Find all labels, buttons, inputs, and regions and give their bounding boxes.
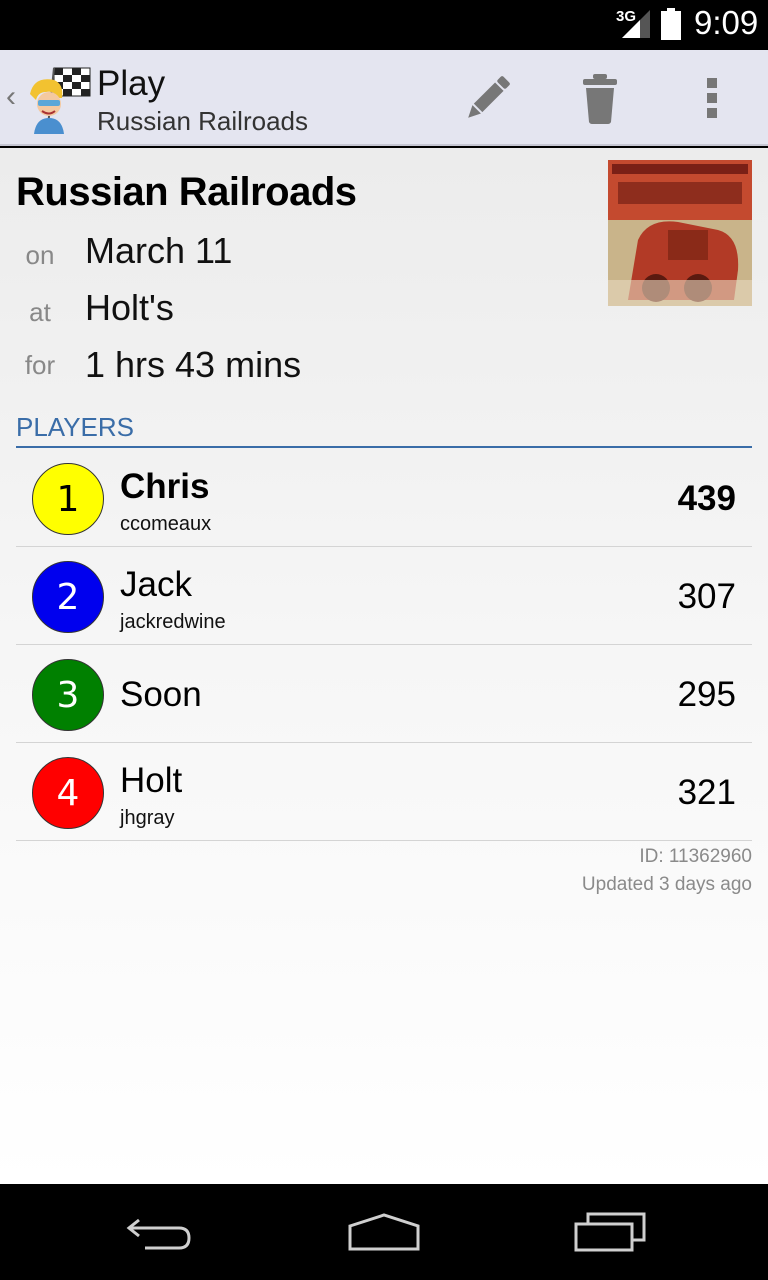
trash-icon [583, 74, 617, 124]
player-username: jhgray [120, 807, 175, 829]
play-date: March 11 [85, 230, 233, 271]
clock: 9:09 [694, 4, 759, 41]
play-details: Russian Railroads on March 11 at Holt's … [0, 148, 768, 1184]
player-name: Jack [120, 565, 192, 604]
game-cover-image[interactable] [608, 160, 752, 306]
signal-icon [622, 10, 650, 38]
navigation-bar [0, 1184, 768, 1280]
delete-button[interactable] [552, 50, 648, 146]
action-bar: ‹ Play Russian Railroads [0, 50, 768, 146]
home-icon [348, 1213, 420, 1251]
status-bar: 3G 9:09 [0, 0, 768, 50]
player-name: Chris [120, 467, 210, 506]
player-row[interactable]: 1 Chris ccomeaux 439 [16, 449, 752, 547]
date-label: on [25, 240, 55, 270]
player-row[interactable]: 4 Holt jhgray 321 [16, 743, 752, 841]
overflow-menu-button[interactable] [664, 50, 760, 146]
players-divider [16, 446, 752, 448]
action-bar-title: Play [97, 64, 166, 103]
app-logo-icon[interactable] [24, 64, 94, 134]
play-id: ID: 11362960 [639, 846, 752, 867]
player-username: jackredwine [120, 611, 226, 633]
player-score: 295 [677, 675, 736, 714]
player-username: ccomeaux [120, 513, 212, 535]
train-illustration [608, 160, 752, 306]
back-icon [126, 1218, 191, 1250]
player-score: 439 [677, 479, 736, 518]
edit-button[interactable] [440, 50, 536, 146]
recents-button[interactable] [540, 1184, 680, 1280]
play-location: Holt's [85, 287, 174, 328]
battery-icon [661, 8, 681, 40]
overflow-menu-icon [707, 78, 717, 118]
player-score: 307 [677, 577, 736, 616]
player-score: 321 [677, 773, 736, 812]
player-name: Holt [120, 761, 183, 800]
seat-badge: 2 [32, 561, 104, 633]
back-button[interactable] [90, 1184, 230, 1280]
action-bar-subtitle: Russian Railroads [97, 106, 308, 136]
recents-icon [574, 1212, 646, 1252]
player-row[interactable]: 2 Jack jackredwine 307 [16, 547, 752, 645]
seat-badge: 4 [32, 757, 104, 829]
seat-badge: 3 [32, 659, 104, 731]
up-chevron-icon[interactable]: ‹ [6, 80, 16, 114]
players-section-header: PLAYERS [16, 412, 135, 442]
player-name: Soon [120, 675, 202, 714]
pencil-icon [468, 76, 510, 118]
seat-badge: 1 [32, 463, 104, 535]
play-duration: 1 hrs 43 mins [85, 344, 302, 385]
home-button[interactable] [314, 1184, 454, 1280]
duration-label: for [24, 350, 56, 380]
player-row[interactable]: 3 Soon 295 [16, 645, 752, 743]
game-title[interactable]: Russian Railroads [16, 170, 357, 215]
updated-time: Updated 3 days ago [581, 874, 752, 895]
location-label: at [29, 297, 51, 327]
